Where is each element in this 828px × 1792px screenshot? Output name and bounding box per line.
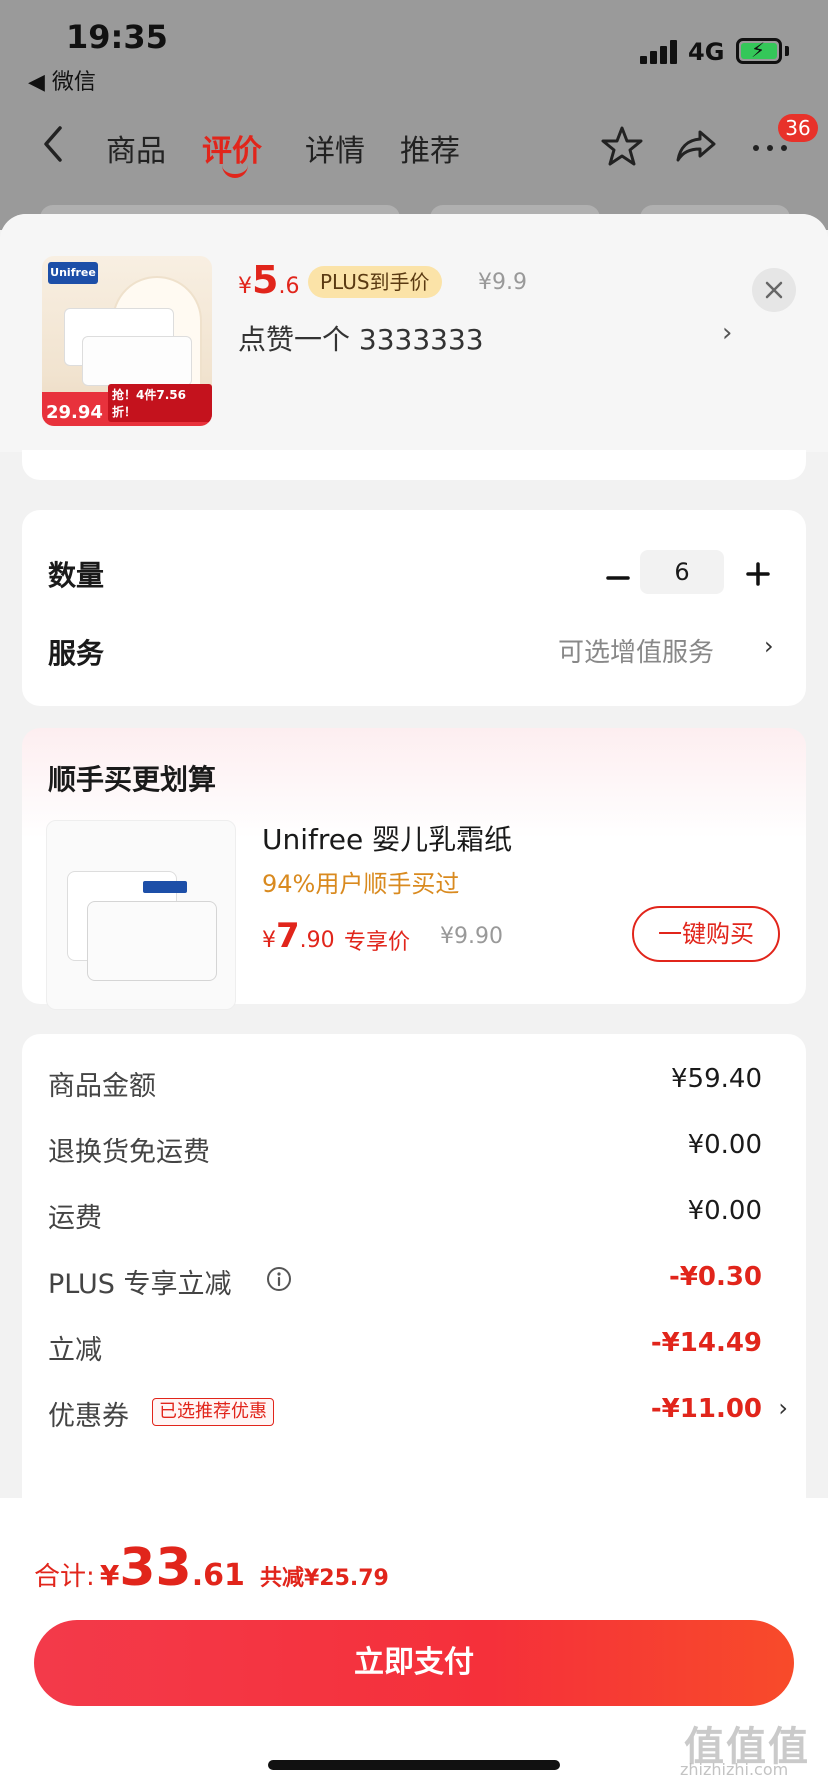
battery-icon: ⚡ — [736, 38, 782, 64]
fee-label: 商品金额 — [48, 1071, 156, 1102]
fee-amount: -¥0.30 — [668, 1262, 762, 1292]
checkout-footer: 合计: ¥33.61 共减¥25.79 立即支付 值值值 zhizhizhi.c… — [0, 1498, 828, 1792]
fee-label: 立减 — [48, 1335, 102, 1366]
fee-row-goods: 商品金额 ¥59.40 — [48, 1064, 782, 1104]
quantity-label: 数量 — [48, 559, 105, 592]
total-label: 合计: — [34, 1562, 95, 1592]
bundle-price: ¥7.90 — [262, 916, 335, 956]
product-header: Unifree 29.94 抢！4件7.56折！ ¥5.6 PLUS到手价 ¥9… — [0, 214, 828, 452]
back-to-wechat-link[interactable]: ◀ 微信 — [28, 64, 96, 96]
fee-row-shipping: 运费 ¥0.00 — [48, 1196, 782, 1236]
tab-recommend[interactable]: 推荐 — [400, 126, 460, 170]
chevron-right-icon[interactable]: › — [722, 318, 732, 348]
fee-amount: ¥0.00 — [687, 1196, 762, 1226]
share-icon[interactable] — [674, 124, 718, 168]
bundle-title: 顺手买更划算 — [48, 763, 217, 796]
active-tab-indicator — [222, 164, 248, 178]
bundle-product-name[interactable]: Unifree 婴儿乳霜纸 — [262, 818, 512, 858]
clock: 19:35 — [66, 18, 168, 56]
price-integer: 5 — [252, 258, 279, 302]
bundle-popularity: 94%用户顺手买过 — [262, 870, 460, 898]
back-arrow-icon[interactable] — [38, 124, 68, 164]
fee-amount: ¥59.40 — [671, 1064, 762, 1094]
exclusive-price-label: 专享价 — [344, 930, 411, 955]
price-symbol: ¥ — [262, 928, 276, 953]
service-value[interactable]: 可选增值服务 — [558, 632, 714, 669]
fee-label: 运费 — [48, 1203, 102, 1234]
bundle-product-image — [46, 820, 236, 1010]
one-click-buy-button[interactable]: 一键购买 — [632, 906, 780, 962]
price-decimal: .90 — [299, 928, 335, 953]
star-icon[interactable] — [600, 124, 644, 168]
price-symbol: ¥ — [99, 1559, 120, 1592]
quantity-stepper[interactable]: 6 — [640, 550, 724, 594]
brand-logo: Unifree — [48, 262, 98, 284]
bundle-card: 顺手买更划算 Unifree 婴儿乳霜纸 94%用户顺手买过 ¥7.90 专享价… — [22, 728, 806, 1010]
bundle-pack — [87, 901, 217, 981]
fee-row-plus: PLUS 专享立减 -¥0.30 — [48, 1262, 782, 1302]
network-label: 4G — [688, 38, 725, 66]
product-nav-bar: 商品 评价 详情 推荐 36 — [0, 110, 828, 190]
bundle-brand-mark — [143, 881, 187, 893]
fee-row-coupon[interactable]: 优惠券 已选推荐优惠 -¥11.00 › — [48, 1394, 788, 1434]
product-thumbnail: Unifree 29.94 抢！4件7.56折！ — [42, 256, 212, 426]
fee-label: PLUS 专享立减 — [48, 1269, 232, 1300]
fee-amount: -¥14.49 — [650, 1328, 762, 1358]
fee-row-discount: 立减 -¥14.49 — [48, 1328, 782, 1368]
recommended-coupon-tag: 已选推荐优惠 — [152, 1398, 274, 1426]
plus-icon[interactable] — [740, 554, 776, 594]
chevron-right-icon[interactable]: › — [764, 632, 774, 660]
address-card-bottom — [22, 450, 806, 480]
price-integer: 7 — [276, 916, 300, 956]
thumbnail-price: 29.94 — [46, 402, 103, 423]
notification-badge: 36 — [778, 114, 818, 142]
selected-spec[interactable]: 点赞一个 3333333 — [238, 318, 484, 358]
status-bar: 19:35 ◀ 微信 4G ⚡ — [0, 0, 828, 110]
minus-icon[interactable] — [600, 558, 636, 598]
service-label: 服务 — [48, 637, 105, 670]
plus-price-tag: PLUS到手价 — [308, 266, 442, 298]
fee-row-return: 退换货免运费 ¥0.00 — [48, 1130, 782, 1170]
order-total: 合计: ¥33.61 共减¥25.79 — [34, 1538, 389, 1598]
fee-label: 优惠券 — [48, 1401, 129, 1432]
signal-icon — [640, 40, 678, 64]
thumbnail-tissue-pack — [82, 336, 192, 386]
chevron-right-icon[interactable]: › — [778, 1394, 788, 1422]
total-integer: 33 — [119, 1538, 192, 1598]
price-decimal: .6 — [278, 274, 300, 299]
fee-amount: ¥0.00 — [687, 1130, 762, 1160]
total-saved: 共减¥25.79 — [259, 1566, 389, 1591]
thumbnail-promo: 抢！4件7.56折！ — [108, 384, 212, 422]
bundle-original-price: ¥9.90 — [440, 924, 503, 949]
fee-amount: -¥11.00 — [650, 1394, 762, 1424]
close-icon[interactable] — [752, 268, 796, 312]
price-symbol: ¥ — [238, 274, 252, 299]
home-indicator — [268, 1760, 560, 1770]
fee-label: 退换货免运费 — [48, 1137, 210, 1168]
tab-goods[interactable]: 商品 — [106, 126, 166, 170]
pay-now-button[interactable]: 立即支付 — [34, 1620, 794, 1706]
quantity-service-card: 数量 6 服务 可选增值服务 › — [22, 510, 806, 706]
current-price: ¥5.6 — [238, 258, 299, 302]
watermark-url: zhizhizhi.com — [680, 1760, 789, 1779]
background-page: 19:35 ◀ 微信 4G ⚡ 商品 评价 详情 推荐 36 — [0, 0, 828, 231]
battery-tip — [785, 46, 789, 56]
tab-details[interactable]: 详情 — [305, 126, 365, 170]
original-price: ¥9.9 — [478, 270, 527, 295]
total-decimal: .61 — [191, 1558, 245, 1593]
info-icon[interactable] — [266, 1266, 292, 1292]
